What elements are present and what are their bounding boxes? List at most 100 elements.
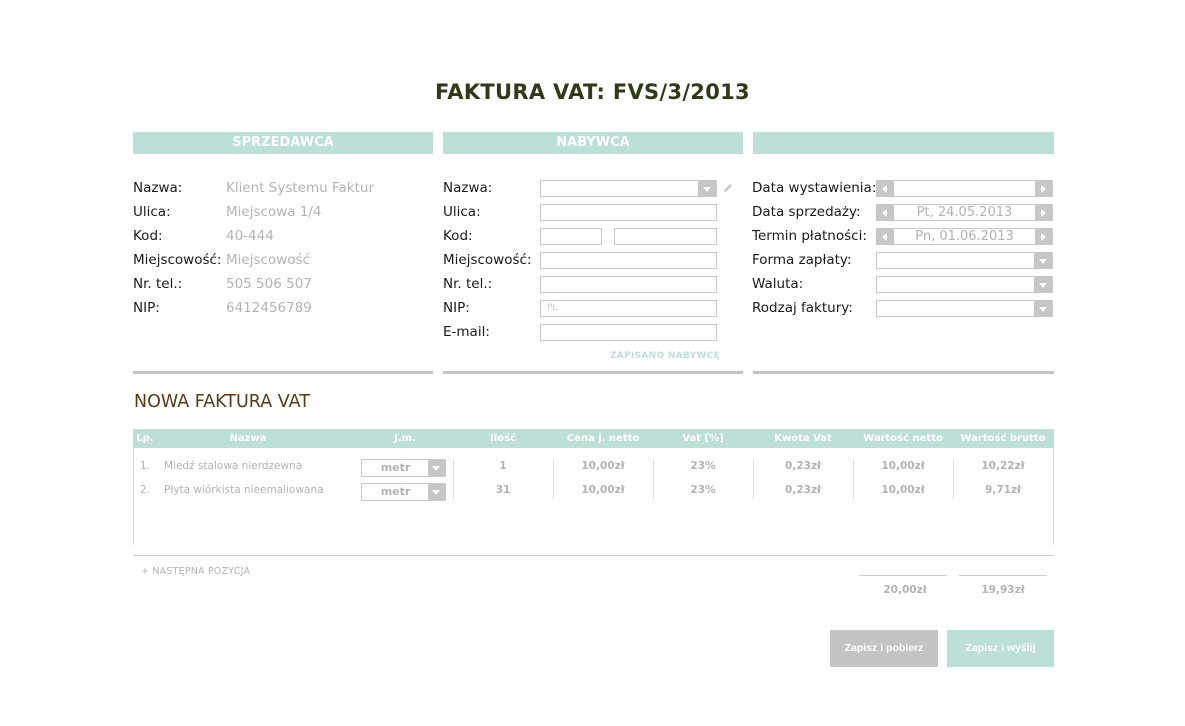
details-header bbox=[753, 132, 1054, 154]
chevron-right-icon[interactable] bbox=[1035, 229, 1052, 244]
divider bbox=[443, 371, 743, 374]
col-price: Cena j. netto bbox=[566, 433, 640, 444]
buyer-city-label: Miejscowość: bbox=[443, 252, 532, 268]
chevron-down-icon[interactable] bbox=[698, 181, 716, 196]
row-gross: 10,22zł bbox=[981, 460, 1025, 472]
payment-method-label: Forma zapłaty: bbox=[752, 252, 852, 268]
chevron-left-icon[interactable] bbox=[877, 205, 894, 220]
chevron-right-icon[interactable] bbox=[1035, 205, 1052, 220]
seller-name-label: Nazwa: bbox=[133, 180, 183, 196]
divider bbox=[753, 371, 1054, 374]
table-bottom-line bbox=[133, 555, 1054, 556]
items-table-header: Lp. Nazwa J.m. Ilość Cena j. netto Vat [… bbox=[133, 429, 1054, 448]
row-unit-value: metr bbox=[380, 461, 411, 474]
buyer-city-input[interactable] bbox=[540, 252, 717, 269]
buyer-name-label: Nazwa: bbox=[443, 180, 493, 196]
row-name[interactable]: Miedź stalowa nierdzewna bbox=[164, 460, 302, 472]
buyer-email-label: E-mail: bbox=[443, 324, 490, 340]
row-vat[interactable]: 23% bbox=[653, 460, 753, 472]
issue-date-field[interactable] bbox=[876, 180, 1053, 197]
save-download-button[interactable]: Zapisz i pobierz bbox=[830, 630, 938, 667]
divider bbox=[133, 371, 433, 374]
row-price[interactable]: 10,00zł bbox=[553, 460, 653, 472]
sum-net: 20,00zł bbox=[883, 584, 927, 596]
chevron-down-icon[interactable] bbox=[1034, 301, 1052, 316]
row-qty[interactable]: 31 bbox=[453, 484, 553, 496]
buyer-phone-input[interactable] bbox=[540, 276, 717, 293]
row-qty[interactable]: 1 bbox=[453, 460, 553, 472]
seller-header: SPRZEDAWCA bbox=[133, 132, 433, 154]
buyer-name-select[interactable] bbox=[540, 180, 717, 197]
row-price[interactable]: 10,00zł bbox=[553, 484, 653, 496]
chevron-down-icon[interactable] bbox=[1034, 277, 1052, 292]
buyer-nip-input[interactable]: PL bbox=[540, 300, 717, 317]
col-unit: J.m. bbox=[394, 433, 416, 444]
pencil-icon[interactable] bbox=[722, 182, 734, 194]
row-vat-amount: 0,23zł bbox=[785, 460, 821, 472]
sale-date-field[interactable]: Pt, 24.05.2013 bbox=[876, 204, 1053, 221]
seller-phone-value: 505 506 507 bbox=[226, 276, 312, 292]
currency-label: Waluta: bbox=[752, 276, 804, 292]
due-date-value: Pn, 01.06.2013 bbox=[915, 229, 1014, 244]
col-vat: Vat [%] bbox=[682, 433, 724, 444]
col-qty: Ilość bbox=[490, 433, 516, 444]
invoice-type-label: Rodzaj faktury: bbox=[752, 300, 853, 316]
row-unit-select[interactable]: metr bbox=[361, 459, 446, 477]
due-date-field[interactable]: Pn, 01.06.2013 bbox=[876, 228, 1053, 245]
section-title: NOWA FAKTURA VAT bbox=[134, 392, 310, 412]
chevron-left-icon[interactable] bbox=[877, 181, 894, 196]
seller-name-value: Klient Systemu Faktur bbox=[226, 180, 375, 196]
seller-postcode-label: Kod: bbox=[133, 228, 163, 244]
buyer-phone-label: Nr. tel.: bbox=[443, 276, 493, 292]
col-net: Wartość netto bbox=[863, 433, 943, 444]
row-gross: 9,71zł bbox=[985, 484, 1021, 496]
sale-date-value: Pt, 24.05.2013 bbox=[916, 205, 1013, 220]
sum-gross: 19,93zł bbox=[981, 584, 1025, 596]
add-position-link[interactable]: + NASTĘPNA POZYCJA bbox=[141, 566, 250, 577]
due-date-label: Termin płatności: bbox=[752, 228, 867, 244]
buyer-street-label: Ulica: bbox=[443, 204, 481, 220]
seller-phone-label: Nr. tel.: bbox=[133, 276, 183, 292]
seller-nip-value: 6412456789 bbox=[226, 300, 312, 316]
row-net: 10,00zł bbox=[881, 460, 925, 472]
sum-line bbox=[959, 575, 1047, 576]
seller-city-label: Miejscowość: bbox=[133, 252, 222, 268]
chevron-down-icon[interactable] bbox=[428, 460, 445, 476]
col-name: Nazwa bbox=[229, 433, 267, 444]
buyer-header: NABYWCA bbox=[443, 132, 743, 154]
buyer-street-input[interactable] bbox=[540, 204, 717, 221]
row-name[interactable]: Płyta wiórkista nieemaliowana bbox=[164, 484, 324, 496]
chevron-down-icon[interactable] bbox=[428, 484, 445, 500]
invoice-type-select[interactable] bbox=[876, 300, 1053, 317]
col-vat-amount: Kwota Vat bbox=[774, 433, 832, 444]
seller-street-value: Miejscowa 1/4 bbox=[226, 204, 322, 220]
chevron-right-icon[interactable] bbox=[1035, 181, 1052, 196]
row-vat-amount: 0,23zł bbox=[785, 484, 821, 496]
sum-line bbox=[859, 575, 947, 576]
seller-street-label: Ulica: bbox=[133, 204, 171, 220]
currency-select[interactable] bbox=[876, 276, 1053, 293]
seller-city-value: Miejscowość bbox=[226, 252, 310, 268]
buyer-postcode-label: Kod: bbox=[443, 228, 473, 244]
buyer-saved-note: ZAPISANO NABYWCĘ bbox=[609, 351, 720, 361]
row-unit-select[interactable]: metr bbox=[361, 483, 446, 501]
col-gross: Wartość brutto bbox=[960, 433, 1046, 444]
buyer-nip-label: NIP: bbox=[443, 300, 470, 316]
seller-postcode-value: 40-444 bbox=[226, 228, 274, 244]
buyer-postcode-city-input[interactable] bbox=[614, 228, 717, 245]
chevron-left-icon[interactable] bbox=[877, 229, 894, 244]
save-send-button[interactable]: Zapisz i wyślij bbox=[947, 630, 1054, 667]
seller-nip-label: NIP: bbox=[133, 300, 160, 316]
invoice-title: FAKTURA VAT: FVS/3/2013 bbox=[435, 80, 750, 104]
payment-method-select[interactable] bbox=[876, 252, 1053, 269]
row-lp: 1. bbox=[140, 460, 151, 472]
sale-date-label: Data sprzedaży: bbox=[752, 204, 861, 220]
row-lp: 2. bbox=[140, 484, 151, 496]
row-net: 10,00zł bbox=[881, 484, 925, 496]
buyer-email-input[interactable] bbox=[540, 324, 717, 341]
row-vat[interactable]: 23% bbox=[653, 484, 753, 496]
issue-date-label: Data wystawienia: bbox=[752, 180, 877, 196]
row-unit-value: metr bbox=[380, 485, 411, 498]
buyer-postcode-input[interactable] bbox=[540, 228, 602, 245]
chevron-down-icon[interactable] bbox=[1034, 253, 1052, 268]
